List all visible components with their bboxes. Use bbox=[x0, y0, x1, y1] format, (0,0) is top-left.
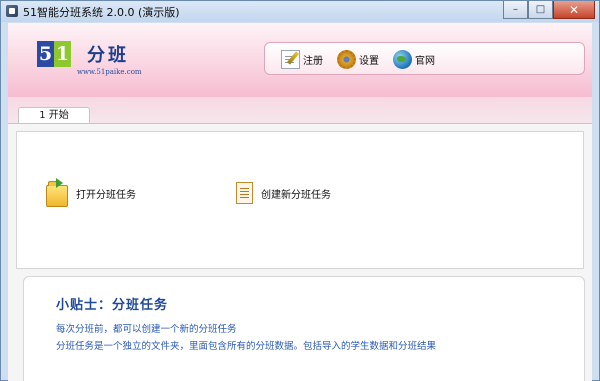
logo-word: 分班 bbox=[87, 45, 129, 66]
tab-start[interactable]: 1 开始 bbox=[18, 107, 90, 124]
pen-paper-icon bbox=[281, 49, 300, 69]
settings-label: 设置 bbox=[359, 55, 379, 67]
website-label: 官网 bbox=[415, 55, 435, 67]
maximize-button[interactable]: □ bbox=[528, 1, 553, 19]
window-controls: – □ ✕ bbox=[503, 1, 595, 19]
start-panel: 打开分班任务 创建新分班任务 小贴士：分班任务 每次分班前，都可以创建一个新的分… bbox=[8, 123, 592, 381]
open-folder-icon bbox=[46, 178, 68, 207]
client-area: 5 1 分班 www.51paike.com 注册 设置 官网 1 开始 打开分… bbox=[8, 23, 592, 381]
close-button[interactable]: ✕ bbox=[553, 1, 595, 19]
tips-box: 小贴士：分班任务 每次分班前，都可以创建一个新的分班任务 分班任务是一个独立的文… bbox=[23, 276, 585, 381]
title-bar[interactable]: 51智能分班系统 2.0.0 (演示版) – □ ✕ bbox=[1, 1, 599, 22]
tips-line-2: 分班任务是一个独立的文件夹，里面包含所有的分班数据。包括导入的学生数据和分班结果 bbox=[56, 341, 437, 352]
window-title: 51智能分班系统 2.0.0 (演示版) bbox=[23, 6, 180, 19]
header-banner: 5 1 分班 www.51paike.com 注册 设置 官网 bbox=[8, 23, 592, 97]
app-window: 51智能分班系统 2.0.0 (演示版) – □ ✕ 5 1 分班 www.51… bbox=[0, 0, 600, 381]
register-button[interactable]: 注册 bbox=[281, 49, 323, 69]
open-task-button[interactable]: 打开分班任务 bbox=[46, 178, 136, 207]
tips-title: 小贴士：分班任务 bbox=[56, 298, 169, 313]
logo-digit-1: 1 bbox=[54, 41, 71, 67]
tips-line-1: 每次分班前，都可以创建一个新的分班任务 bbox=[56, 324, 237, 335]
toolbar: 注册 设置 官网 bbox=[264, 42, 585, 75]
logo-url: www.51paike.com bbox=[77, 68, 142, 76]
app-icon bbox=[6, 5, 18, 17]
website-button[interactable]: 官网 bbox=[393, 49, 435, 69]
tab-strip: 1 开始 bbox=[8, 97, 592, 124]
open-task-label: 打开分班任务 bbox=[76, 189, 136, 201]
gear-icon bbox=[337, 49, 356, 69]
settings-button[interactable]: 设置 bbox=[337, 49, 379, 69]
create-task-button[interactable]: 创建新分班任务 bbox=[236, 182, 331, 204]
actions-area: 打开分班任务 创建新分班任务 bbox=[16, 131, 584, 269]
globe-icon bbox=[393, 49, 412, 69]
document-icon bbox=[236, 182, 253, 204]
register-label: 注册 bbox=[303, 55, 323, 67]
create-task-label: 创建新分班任务 bbox=[261, 189, 331, 201]
minimize-button[interactable]: – bbox=[503, 1, 528, 19]
logo-digit-5: 5 bbox=[37, 41, 54, 67]
